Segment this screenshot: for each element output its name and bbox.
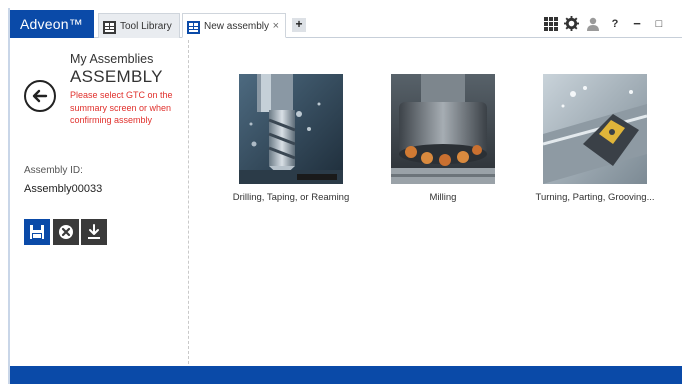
save-button[interactable] bbox=[24, 219, 50, 245]
back-button[interactable] bbox=[24, 80, 56, 112]
drilling-image bbox=[239, 74, 343, 184]
milling-image bbox=[391, 74, 495, 184]
arrow-left-icon bbox=[32, 89, 48, 103]
gear-icon[interactable] bbox=[562, 14, 580, 34]
download-icon bbox=[88, 224, 100, 239]
bottom-bar bbox=[10, 366, 682, 384]
assembly-id-value: Assembly00033 bbox=[24, 183, 103, 195]
add-tab-button[interactable]: + bbox=[292, 18, 306, 32]
tab-new-assembly[interactable]: New assembly × bbox=[182, 13, 286, 38]
grid-table-icon bbox=[187, 19, 200, 34]
assembly-info-panel: My Assemblies ASSEMBLY Please select GTC… bbox=[10, 38, 188, 366]
brand-logo: Adveon™ bbox=[10, 10, 94, 38]
close-circle-icon bbox=[59, 225, 73, 239]
page-title: ASSEMBLY bbox=[70, 67, 163, 86]
discard-button[interactable] bbox=[53, 219, 79, 245]
gtc-warning: Please select GTC on the summary screen … bbox=[70, 90, 173, 125]
category-caption: Milling bbox=[429, 192, 457, 203]
help-icon[interactable]: ? bbox=[606, 14, 624, 34]
title-bar: Adveon™ Tool Library New assembly × + ? … bbox=[10, 10, 682, 38]
floppy-disk-icon bbox=[30, 225, 44, 239]
tab-label: New assembly bbox=[204, 21, 270, 32]
category-caption: Turning, Parting, Grooving... bbox=[535, 192, 655, 203]
assembly-id-label: Assembly ID: bbox=[24, 165, 83, 176]
turning-image bbox=[543, 74, 647, 184]
breadcrumb-heading: My Assemblies bbox=[70, 52, 154, 66]
grid-table-icon bbox=[103, 19, 116, 34]
user-icon[interactable] bbox=[584, 14, 602, 34]
close-tab-icon[interactable]: × bbox=[273, 14, 279, 39]
tab-tool-library[interactable]: Tool Library bbox=[98, 13, 180, 38]
minimize-icon[interactable]: − bbox=[628, 14, 646, 34]
maximize-icon[interactable]: □ bbox=[650, 14, 668, 34]
tab-label: Tool Library bbox=[120, 21, 172, 32]
apps-grid-icon[interactable] bbox=[542, 14, 560, 34]
panel-divider bbox=[188, 40, 189, 364]
category-caption: Drilling, Taping, or Reaming bbox=[232, 192, 350, 203]
download-button[interactable] bbox=[81, 219, 107, 245]
